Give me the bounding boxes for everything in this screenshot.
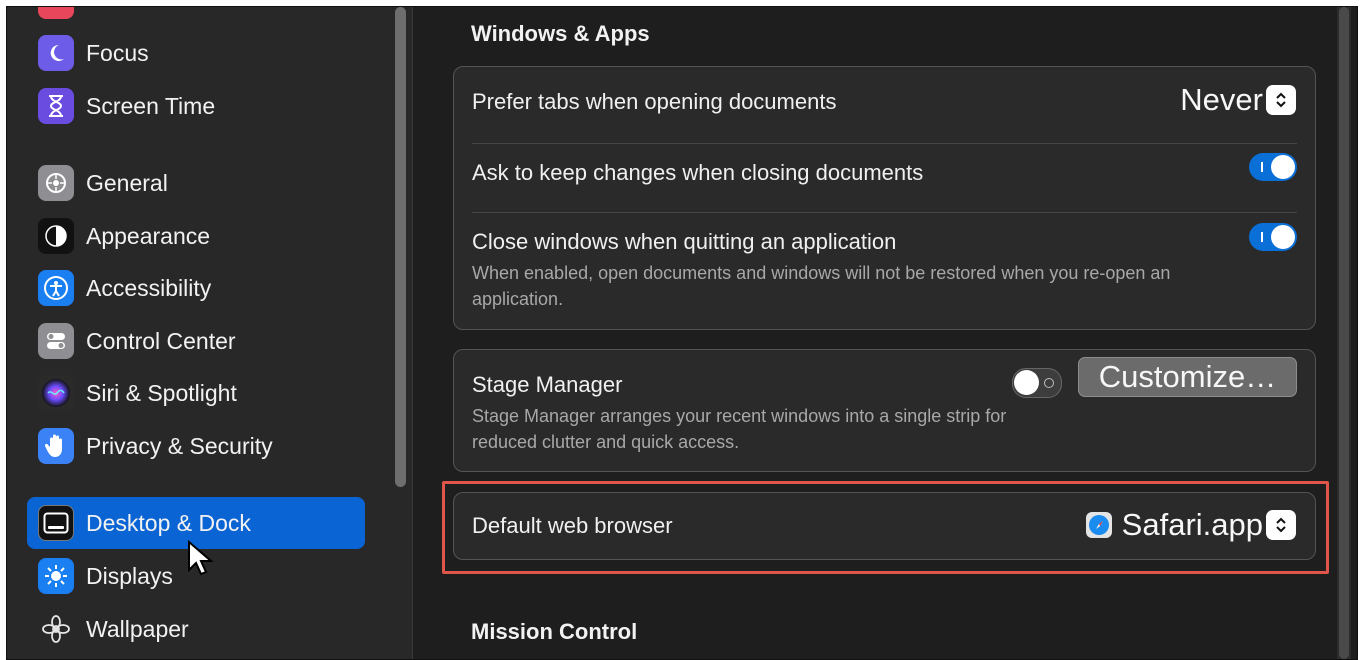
customize-button[interactable]: Customize…	[1078, 357, 1297, 397]
sidebar-item-label: Siri & Spotlight	[86, 379, 237, 406]
close-windows-toggle[interactable]	[1249, 223, 1297, 251]
sidebar-item-privacy-security[interactable]: Privacy & Security	[27, 420, 365, 472]
sidebar-item-label: Wallpaper	[86, 615, 189, 642]
close-windows-label: Close windows when quitting an applicati…	[472, 229, 897, 254]
section-title-mission-control: Mission Control	[471, 619, 638, 644]
stage-manager-toggle[interactable]	[1012, 368, 1062, 398]
sidebar: Focus Screen Time General Appearance Acc	[7, 7, 412, 659]
gear-icon	[38, 165, 74, 201]
sidebar-item-siri-spotlight[interactable]: Siri & Spotlight	[27, 367, 365, 419]
sidebar-item-label: General	[86, 169, 168, 196]
appearance-icon	[38, 218, 74, 254]
row-separator	[472, 212, 1297, 213]
sidebar-item-label: Privacy & Security	[86, 432, 273, 459]
default-browser-value: Safari.app	[1121, 507, 1263, 542]
flower-icon	[38, 611, 74, 647]
default-browser-group: Default web browser Safari.app	[453, 492, 1316, 560]
siri-icon	[38, 375, 74, 411]
sidebar-item-label: Control Center	[86, 327, 236, 354]
hourglass-icon	[38, 88, 74, 124]
windows-apps-group: Prefer tabs when opening documents Never…	[453, 66, 1316, 330]
sidebar-item-screen-time[interactable]: Screen Time	[27, 80, 365, 132]
stage-manager-description: Stage Manager arranges your recent windo…	[472, 406, 1007, 452]
stage-manager-label: Stage Manager	[472, 372, 623, 397]
sidebar-item-general[interactable]: General	[27, 157, 365, 209]
main-scrollbar[interactable]	[1337, 7, 1351, 659]
sidebar-item-label: Displays	[86, 562, 173, 589]
row-separator	[472, 143, 1297, 144]
prefer-tabs-value: Never	[1180, 82, 1263, 117]
mouse-pointer-icon	[188, 540, 214, 576]
sidebar-item-label: Desktop & Dock	[86, 509, 251, 536]
hand-icon	[38, 428, 74, 464]
sun-icon	[38, 558, 74, 594]
sidebar-scrollbar[interactable]	[395, 7, 406, 487]
control-center-icon	[38, 323, 74, 359]
sidebar-item-label: Appearance	[86, 222, 211, 249]
ask-keep-label: Ask to keep changes when closing documen…	[472, 160, 924, 185]
sidebar-item-wallpaper[interactable]: Wallpaper	[27, 603, 365, 655]
section-title-windows-apps: Windows & Apps	[471, 21, 650, 46]
main-scrollbar-thumb[interactable]	[1339, 7, 1349, 659]
prefer-tabs-label: Prefer tabs when opening documents	[472, 89, 837, 114]
sidebar-item-focus[interactable]: Focus	[27, 27, 365, 79]
main-content: Windows & Apps Prefer tabs when opening …	[413, 7, 1357, 659]
sidebar-item-appearance[interactable]: Appearance	[27, 210, 365, 262]
stage-manager-group: Stage Manager Stage Manager arranges you…	[453, 349, 1316, 472]
sidebar-item-label: Focus	[86, 39, 149, 66]
default-browser-label: Default web browser	[472, 513, 673, 538]
dock-icon	[38, 505, 74, 541]
default-browser-popup[interactable]: Safari.app	[1085, 507, 1296, 543]
settings-window: Focus Screen Time General Appearance Acc	[6, 6, 1358, 660]
chevron-up-down-icon	[1266, 510, 1296, 540]
prefer-tabs-popup[interactable]: Never	[1180, 82, 1296, 118]
sidebar-item-accessibility[interactable]: Accessibility	[27, 262, 365, 314]
accessibility-icon	[38, 270, 74, 306]
sidebar-item-label: Screen Time	[86, 92, 216, 119]
notifications-icon	[38, 7, 74, 19]
safari-icon	[1085, 512, 1112, 538]
ask-keep-toggle[interactable]	[1249, 153, 1297, 181]
sidebar-item-control-center[interactable]: Control Center	[27, 315, 365, 367]
close-windows-description: When enabled, open documents and windows…	[472, 263, 1171, 309]
moon-icon	[38, 35, 74, 71]
sidebar-item-label: Accessibility	[86, 274, 212, 301]
chevron-up-down-icon	[1266, 85, 1296, 115]
